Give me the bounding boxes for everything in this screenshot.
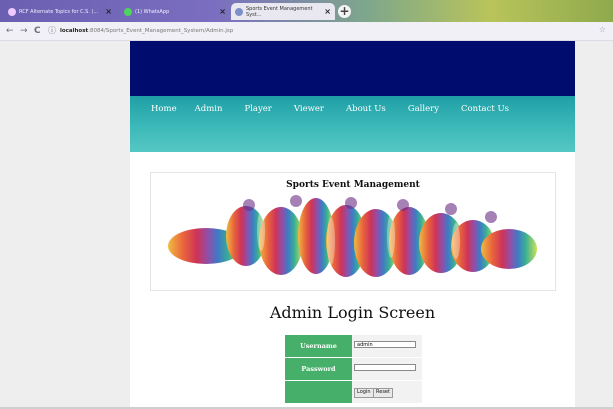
buttons-cell: Login Reset bbox=[352, 381, 422, 403]
tab-label: Sports Event Management Syst... bbox=[246, 5, 313, 18]
username-label: Username bbox=[285, 335, 352, 357]
banner-title: Sports Event Management bbox=[286, 180, 420, 190]
buttons-row: Login Reset bbox=[285, 381, 422, 403]
login-form: Username admin Password Login Reset bbox=[285, 335, 422, 404]
password-input[interactable] bbox=[354, 364, 416, 371]
url-host: localhost bbox=[60, 28, 89, 34]
reset-button[interactable]: Reset bbox=[373, 388, 393, 398]
password-label: Password bbox=[285, 358, 352, 380]
sports-silhouettes-illustration bbox=[168, 195, 537, 277]
browser-tab-rcf[interactable]: RCF Alternate Topics for C.S. (... × bbox=[4, 3, 116, 20]
header-top-band bbox=[130, 41, 575, 96]
bookmark-star-icon[interactable]: ☆ bbox=[599, 25, 606, 34]
forward-icon[interactable]: → bbox=[20, 25, 28, 37]
back-icon[interactable]: ← bbox=[6, 25, 14, 37]
login-button[interactable]: Login bbox=[354, 388, 374, 398]
tab-label: (1) WhatsApp bbox=[135, 8, 170, 15]
page-container: Home Admin Player Viewer About Us Galler… bbox=[130, 41, 575, 407]
menu-item-admin[interactable]: Admin bbox=[195, 104, 223, 114]
username-input[interactable]: admin bbox=[354, 341, 416, 348]
new-tab-button[interactable]: + bbox=[338, 5, 351, 18]
url-field[interactable]: localhost:8084/Sports_Event_Management_S… bbox=[60, 26, 233, 36]
main-menu: Home Admin Player Viewer About Us Galler… bbox=[151, 104, 531, 114]
tab-favicon-icon bbox=[235, 7, 243, 16]
menu-item-gallery[interactable]: Gallery bbox=[408, 104, 439, 114]
password-cell bbox=[352, 358, 422, 380]
close-icon[interactable]: × bbox=[105, 7, 112, 16]
password-row: Password bbox=[285, 358, 422, 380]
whatsapp-icon bbox=[124, 7, 132, 16]
close-icon[interactable]: × bbox=[324, 7, 331, 16]
menu-item-viewer[interactable]: Viewer bbox=[294, 104, 324, 114]
tab-label: RCF Alternate Topics for C.S. (... bbox=[19, 8, 99, 15]
username-cell: admin bbox=[352, 335, 422, 357]
menu-item-home[interactable]: Home bbox=[151, 104, 177, 114]
browser-tab-whatsapp[interactable]: (1) WhatsApp × bbox=[120, 3, 230, 20]
url-path: :8084/Sports_Event_Management_System/Adm… bbox=[88, 28, 234, 34]
menu-item-about-us[interactable]: About Us bbox=[346, 104, 386, 114]
page-viewport: Home Admin Player Viewer About Us Galler… bbox=[0, 41, 613, 407]
site-info-icon[interactable]: ⓘ bbox=[48, 25, 56, 37]
browser-tab-strip: RCF Alternate Topics for C.S. (... × (1)… bbox=[0, 0, 613, 22]
close-icon[interactable]: × bbox=[219, 7, 226, 16]
tab-favicon-icon bbox=[8, 7, 16, 16]
address-bar: ← → C ⓘ localhost:8084/Sports_Event_Mana… bbox=[0, 22, 613, 41]
browser-tab-sports[interactable]: Sports Event Management Syst... × bbox=[231, 3, 335, 20]
buttons-label-cell bbox=[285, 381, 352, 403]
sports-banner: Sports Event Management bbox=[150, 172, 556, 291]
menu-item-contact-us[interactable]: Contact Us bbox=[461, 104, 509, 114]
menu-item-player[interactable]: Player bbox=[244, 104, 271, 114]
page-title: Admin Login Screen bbox=[269, 303, 436, 322]
reload-icon[interactable]: C bbox=[34, 25, 41, 37]
username-row: Username admin bbox=[285, 335, 422, 357]
